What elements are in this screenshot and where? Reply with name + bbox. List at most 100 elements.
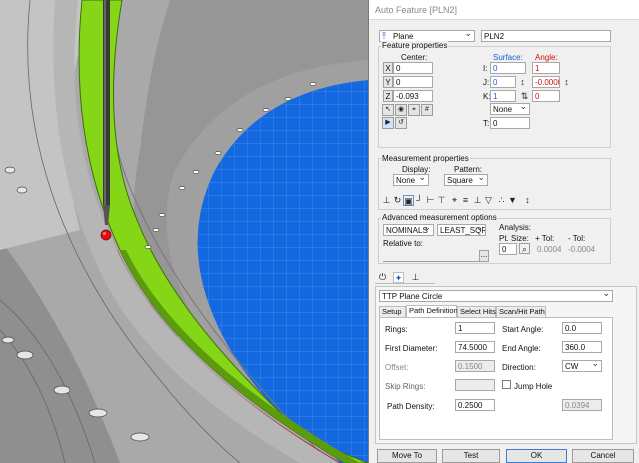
feature-properties-title: Feature properties	[381, 41, 449, 50]
relative-to-browse-button[interactable]: ...	[479, 250, 489, 262]
y-axis-button[interactable]: Y	[383, 76, 393, 88]
none-select[interactable]: None	[490, 103, 530, 115]
plus-tol-value: 0.0004	[537, 245, 562, 254]
depth-icon[interactable]: ┘	[414, 195, 425, 206]
jump-hole-label: Jump Hole	[514, 382, 553, 391]
plus-tol-label: + Tol:	[535, 234, 555, 243]
point-on-cad-icon[interactable]: ◉	[395, 104, 407, 116]
filter-icon[interactable]: ▽	[483, 195, 494, 206]
path-definition-pane	[379, 317, 613, 440]
contact-path-tab-icon[interactable]: ✦	[393, 272, 404, 283]
offset-input: 0.1500	[455, 360, 495, 372]
flip-vector-icon[interactable]: ↕	[517, 77, 528, 88]
move-to-button[interactable]: Move To	[377, 449, 437, 463]
clearance-icon[interactable]: ≡	[460, 195, 471, 206]
surface-j-input[interactable]: 0	[490, 76, 516, 88]
tab-setup[interactable]: Setup	[379, 306, 406, 317]
grid-snap-icon[interactable]: #	[421, 104, 433, 116]
end-angle-input[interactable]: 360.0	[562, 341, 602, 353]
normal-vector-icon[interactable]: ⇅	[519, 91, 530, 102]
cad-viewport[interactable]	[0, 0, 368, 463]
advanced-options-title: Advanced measurement options	[381, 213, 498, 222]
start-angle-input[interactable]: 0.0	[562, 322, 602, 334]
tab-path-definition[interactable]: Path Definition	[406, 305, 458, 317]
find-nominal-icon[interactable]: ↖	[382, 104, 394, 116]
tab-select-hits[interactable]: Select Hits	[457, 306, 496, 317]
funnel-icon[interactable]: ▼	[507, 195, 518, 206]
indent-icon[interactable]: ⊢	[425, 195, 436, 206]
analysis-view-icon[interactable]: ⌕	[519, 243, 530, 254]
path-density-label: Path Density:	[387, 402, 435, 411]
center-x-input[interactable]: 0	[393, 62, 433, 74]
hits-icon[interactable]: ⊥	[381, 195, 392, 206]
reset-icon[interactable]: ↺	[395, 117, 407, 129]
center-y-input[interactable]: 0	[393, 76, 433, 88]
center-z-input[interactable]: -0.093	[393, 90, 433, 102]
relative-to-field[interactable]	[383, 261, 479, 262]
rings-input[interactable]: 1	[455, 322, 495, 334]
auto-feature-panel: Auto Feature [PLN2] ⤒ Plane PLN2 Feature…	[368, 0, 639, 463]
window-title: Auto Feature [PLN2]	[369, 0, 639, 20]
relative-to-label: Relative to:	[383, 239, 424, 248]
direction-select[interactable]: CW	[562, 360, 602, 372]
analysis-label: Analysis:	[499, 223, 532, 232]
pattern-label: Pattern:	[454, 165, 483, 174]
pattern-select[interactable]: Square	[444, 174, 488, 186]
t-label: T:	[483, 119, 490, 128]
pt-size-label: Pt. Size:	[499, 234, 529, 243]
ok-button[interactable]: OK	[506, 449, 567, 463]
pt-size-input[interactable]: 0	[499, 243, 517, 255]
feature-type-value: Plane	[393, 32, 414, 41]
z-axis-button[interactable]: Z	[383, 90, 393, 102]
nominals-select[interactable]: NOMINALS	[383, 224, 434, 236]
surface-i-input[interactable]: 0	[490, 62, 526, 74]
fit-select[interactable]: LEAST_SQR	[437, 224, 486, 236]
first-diameter-input[interactable]: 74.5000	[455, 341, 495, 353]
j-label: J:	[483, 78, 490, 87]
direction-label: Direction:	[502, 363, 536, 372]
start-angle-label: Start Angle:	[502, 325, 544, 334]
tab-scan-hit-path[interactable]: Scan/Hit Path	[496, 306, 546, 317]
angle-i-input[interactable]: 1	[532, 62, 560, 74]
angle-j-input[interactable]: -0.0000	[532, 76, 560, 88]
measurement-properties-title: Measurement properties	[381, 154, 470, 163]
play-icon[interactable]: ▶	[382, 117, 394, 129]
offset-label: Offset:	[385, 363, 409, 372]
display-select[interactable]: None	[393, 174, 429, 186]
height-icon[interactable]: ↕	[522, 195, 533, 206]
thickness-input[interactable]: 0	[490, 117, 530, 129]
skip-rings-input	[455, 379, 495, 391]
skip-rings-label: Skip Rings:	[385, 382, 426, 391]
minus-tol-label: - Tol:	[568, 234, 586, 243]
angle-k-input[interactable]: 0	[532, 90, 560, 102]
minus-tol-value: -0.0004	[568, 245, 596, 254]
part-model-render	[0, 0, 368, 463]
strategy-select[interactable]: TTP Plane Circle	[379, 290, 613, 302]
jump-hole-checkbox[interactable]	[502, 380, 511, 389]
test-button[interactable]: Test	[442, 449, 500, 463]
feature-name-input[interactable]: PLN2	[481, 30, 611, 42]
laser-tab-icon[interactable]: ⊥	[410, 272, 421, 283]
angle-label: Angle:	[535, 53, 558, 62]
surface-label: Surface:	[493, 53, 523, 62]
sample-icon[interactable]: ↻	[392, 195, 403, 206]
i-label: I:	[483, 64, 488, 73]
cancel-button[interactable]: Cancel	[572, 449, 634, 463]
x-axis-button[interactable]: X	[383, 62, 393, 74]
flip-angle-icon[interactable]: ↕	[561, 77, 572, 88]
probe-settings-tab-icon[interactable]: ⏻	[377, 272, 388, 283]
spacing-icon[interactable]: ⊤	[436, 195, 447, 206]
read-position-icon[interactable]: ⌖	[408, 104, 420, 116]
move-icon[interactable]: ⊥	[472, 195, 483, 206]
end-angle-label: End Angle:	[502, 344, 541, 353]
display-label: Display:	[402, 165, 431, 174]
rings-label: Rings:	[385, 325, 408, 334]
show-hits-icon[interactable]: ▣	[403, 195, 414, 206]
probe-icon[interactable]: ⌖	[449, 195, 460, 206]
scatter-icon[interactable]: ∴	[496, 195, 507, 206]
surface-k-input[interactable]: 1	[490, 90, 516, 102]
path-density-input[interactable]: 0.2500	[455, 399, 495, 411]
first-diameter-label: First Diameter:	[385, 344, 438, 353]
computed-value: 0.0394	[562, 399, 602, 411]
center-label: Center:	[401, 53, 428, 62]
